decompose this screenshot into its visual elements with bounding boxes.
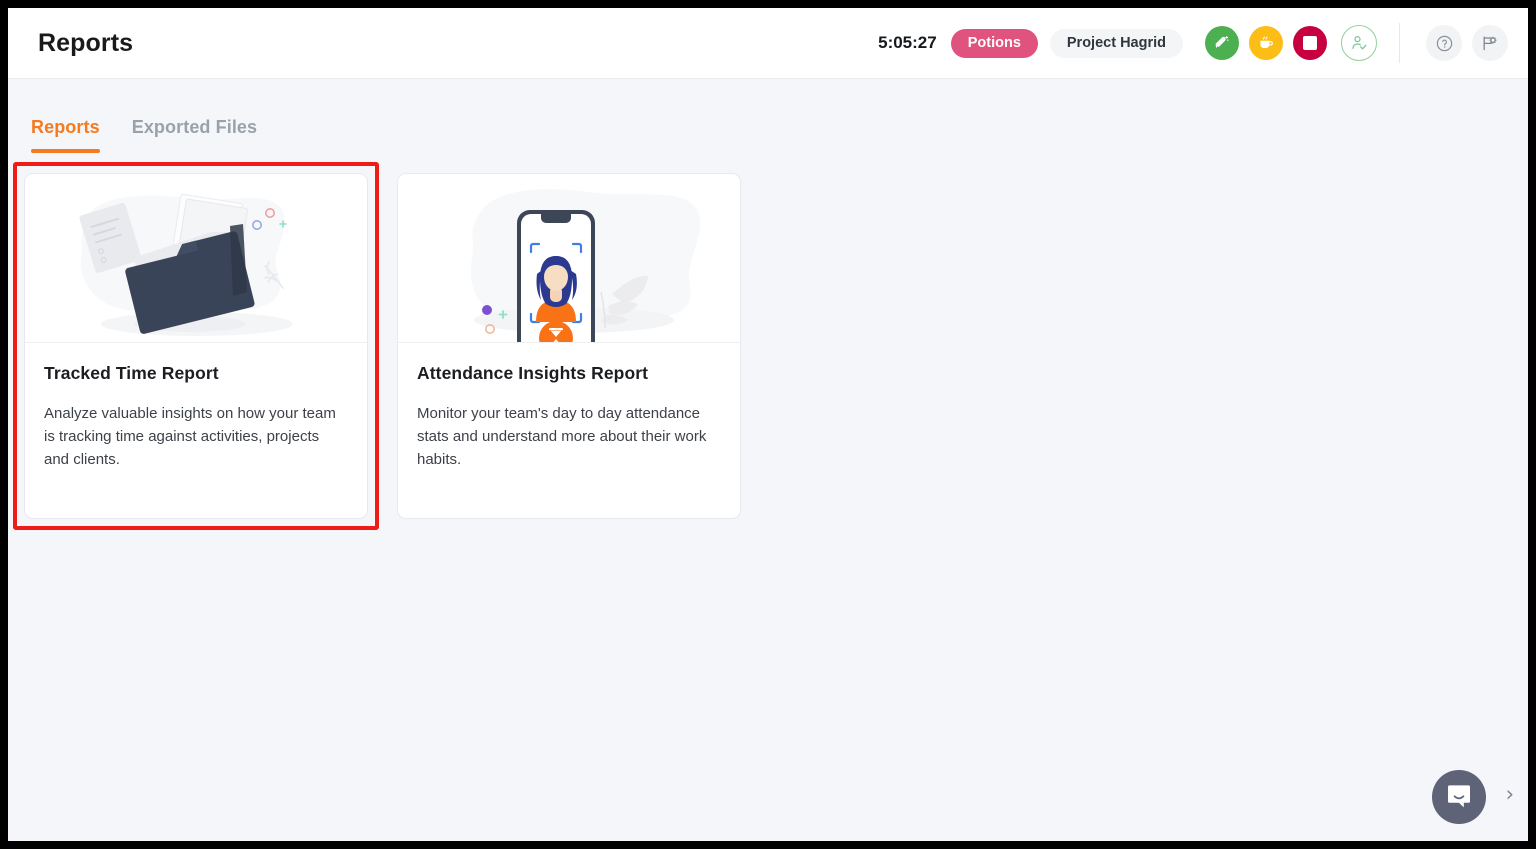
take-break-button[interactable] bbox=[1249, 26, 1283, 60]
stop-square-icon bbox=[1303, 36, 1317, 50]
stop-timer-button[interactable] bbox=[1293, 26, 1327, 60]
running-timer: 5:05:27 bbox=[878, 33, 937, 52]
folder-documents-illustration bbox=[25, 174, 367, 343]
reports-card-grid: Tracked Time Report Analyze valuable ins… bbox=[8, 153, 1528, 841]
question-mark-icon bbox=[1435, 34, 1454, 53]
current-task-chip[interactable]: Potions bbox=[950, 28, 1038, 58]
tab-reports[interactable]: Reports bbox=[31, 117, 100, 153]
current-project-chip[interactable]: Project Hagrid bbox=[1049, 28, 1183, 58]
header-controls: 5:05:27 Potions Project Hagrid bbox=[878, 8, 1528, 78]
header-divider bbox=[1399, 23, 1400, 63]
tab-exported-files[interactable]: Exported Files bbox=[132, 117, 257, 153]
card-description: Monitor your team's day to day attendanc… bbox=[417, 405, 707, 468]
flag-gear-icon bbox=[1480, 33, 1500, 53]
tab-bar: Reports Exported Files bbox=[8, 79, 1528, 153]
coffee-cup-icon bbox=[1257, 34, 1275, 52]
card-text-block: Attendance Insights Report Monitor your … bbox=[398, 343, 740, 471]
switch-task-icon bbox=[1213, 34, 1231, 52]
chat-expand-chevron-icon[interactable]: › bbox=[1506, 784, 1514, 805]
settings-button[interactable] bbox=[1472, 25, 1508, 61]
check-out-button[interactable] bbox=[1341, 25, 1377, 61]
report-card-tracked-time[interactable]: Tracked Time Report Analyze valuable ins… bbox=[24, 173, 368, 519]
chat-bubble-icon bbox=[1446, 784, 1472, 810]
app-screen: Reports 5:05:27 Potions Project Hagrid R… bbox=[8, 8, 1528, 841]
report-card-attendance-insights[interactable]: Attendance Insights Report Monitor your … bbox=[397, 173, 741, 519]
chat-launcher-button[interactable] bbox=[1432, 770, 1486, 824]
page-title: Reports bbox=[38, 28, 134, 57]
card-title: Attendance Insights Report bbox=[417, 363, 649, 383]
card-text-block: Tracked Time Report Analyze valuable ins… bbox=[25, 343, 367, 471]
phone-face-scan-illustration bbox=[398, 174, 740, 343]
help-button[interactable] bbox=[1426, 25, 1462, 61]
top-header-bar: Reports 5:05:27 Potions Project Hagrid bbox=[8, 8, 1528, 79]
person-check-out-icon bbox=[1349, 33, 1369, 53]
switch-task-button[interactable] bbox=[1205, 26, 1239, 60]
card-title: Tracked Time Report bbox=[44, 363, 219, 383]
card-description: Analyze valuable insights on how your te… bbox=[44, 405, 336, 468]
